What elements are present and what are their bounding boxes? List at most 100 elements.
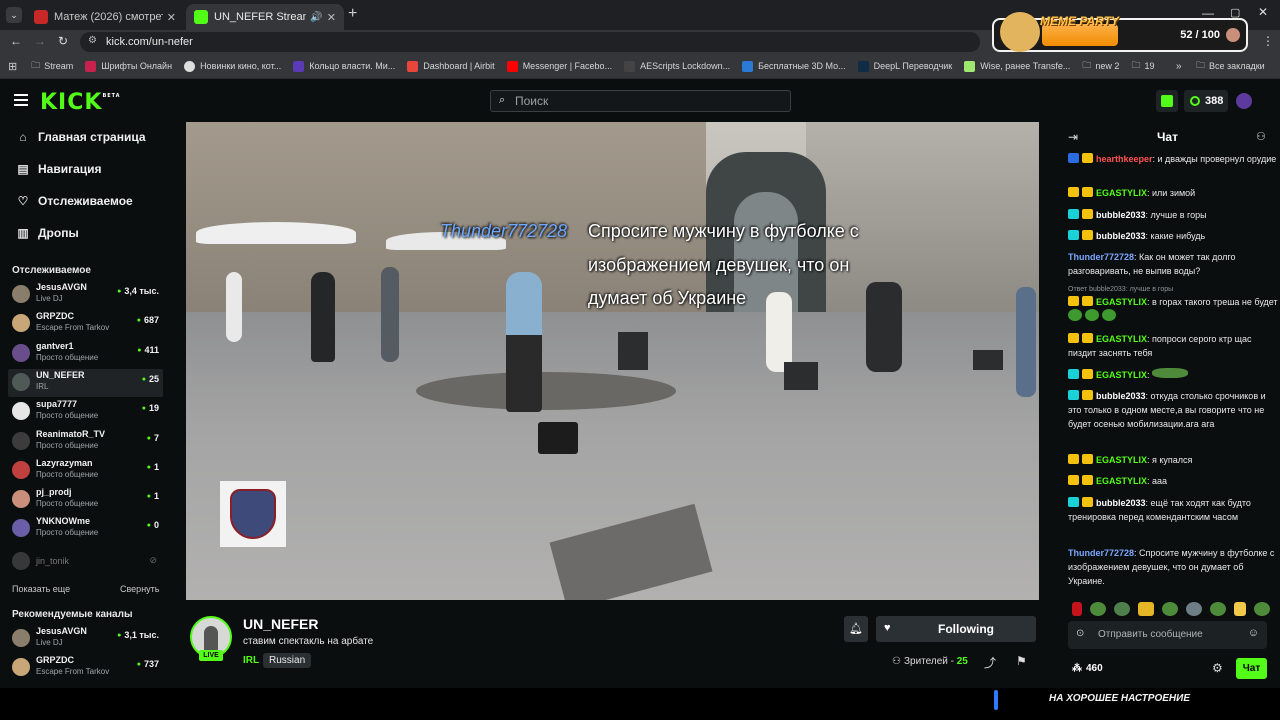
chat-username[interactable]: Thunder772728 [1068, 252, 1134, 262]
emote-icon[interactable] [1186, 602, 1202, 616]
chat-username[interactable]: EGASTYLIX [1096, 455, 1147, 465]
url-field[interactable]: ⚙ kick.com/un-nefer [80, 32, 980, 52]
following-button[interactable]: ♥ Following [876, 616, 1036, 642]
following-channel[interactable]: supa7777Просто общение 19 [8, 398, 163, 426]
emote-icon[interactable] [1138, 602, 1154, 616]
chat-username[interactable]: bubble2033 [1096, 210, 1146, 220]
nav-following[interactable]: ♡ Отслеживаемое [16, 194, 133, 208]
badge-icon [1068, 369, 1079, 379]
user-avatar[interactable] [1236, 93, 1252, 109]
bookmark-label: Dashboard | Airbit [423, 61, 495, 71]
folder-icon: 🗀 [1196, 60, 1206, 70]
chat-input[interactable]: ⊙ Отправить сообщение ☺ [1068, 621, 1267, 649]
channel-viewers: 3,1 тыс. [117, 630, 159, 640]
following-channel[interactable]: YNKNOWmeПросто общение 0 [8, 515, 163, 543]
recommended-channel[interactable]: GRPZDCEscape From Tarkov 737 [8, 654, 163, 682]
following-channel[interactable]: GRPZDCEscape From Tarkov 687 [8, 310, 163, 338]
recommended-channel[interactable]: JesusAVGN Live DJ 3,1 тыс. [8, 625, 163, 653]
all-bookmarks[interactable]: 🗀 Все закладки [1196, 58, 1265, 74]
back-icon[interactable]: ← [10, 34, 22, 48]
browser-tab-2[interactable]: UN_NEFER Stream - Watch 🔊 ✕ [186, 4, 344, 30]
following-channel[interactable]: LazyrazymanПросто общение 1 [8, 457, 163, 485]
language-tag[interactable]: Russian [263, 653, 312, 668]
chat-send-button[interactable]: Чат [1236, 658, 1267, 679]
more-bookmarks-icon[interactable]: » [1176, 61, 1182, 72]
channel-name[interactable]: UN_NEFER [243, 616, 318, 632]
apps-icon[interactable]: ⊞ [8, 60, 17, 73]
hamburger-menu-icon[interactable] [14, 94, 28, 106]
following-channel[interactable]: pj_prodjПросто общение 1 [8, 486, 163, 514]
emote-icon[interactable] [1210, 602, 1226, 616]
report-icon[interactable]: ⚑ [1016, 654, 1027, 668]
window-close-icon[interactable]: ✕ [1258, 5, 1268, 19]
emote-icon[interactable] [1162, 602, 1178, 616]
offline-channel[interactable]: jin_tonik ⊘ [8, 548, 163, 576]
points-balance[interactable]: 388 [1184, 90, 1228, 112]
chat-users-icon[interactable]: ⚇ [1256, 130, 1266, 143]
bookmark-deepl[interactable]: DeepL Переводчик [857, 60, 952, 72]
chat-points[interactable]: ⁂ 460 [1072, 663, 1103, 674]
kick-logo[interactable]: KICKBETA [40, 90, 121, 115]
browser-menu-icon[interactable]: ⋮ [1262, 34, 1274, 48]
show-more-link[interactable]: Показать еще [12, 584, 70, 594]
bookmark-rings[interactable]: Кольцо власти. Ми... [293, 60, 395, 72]
reload-icon[interactable]: ↻ [58, 34, 68, 48]
following-channel[interactable]: JesusAVGN Live DJ 3,4 тыс. [8, 281, 163, 309]
chat-username[interactable]: EGASTYLIX [1096, 297, 1147, 307]
emote-icon[interactable] [1090, 602, 1106, 616]
bookmark-gmail[interactable]: Dashboard | Airbit [407, 60, 495, 72]
share-icon[interactable]: ⤴ [984, 654, 996, 671]
category-link[interactable]: IRL [243, 655, 259, 666]
chat-username[interactable]: bubble2033 [1096, 498, 1146, 508]
chat-username[interactable]: bubble2033 [1096, 231, 1146, 241]
chat-username[interactable]: EGASTYLIX [1096, 334, 1147, 344]
tab-search-icon[interactable]: ⌄ [6, 7, 22, 23]
chat-settings-gear-icon[interactable]: ⚙ [1212, 661, 1223, 675]
following-channel[interactable]: gantver1Просто общение 411 [8, 340, 163, 368]
bookmark-movies[interactable]: Новинки кино, кот... [184, 60, 281, 72]
following-channel[interactable]: UN_NEFERIRL 25 [8, 368, 163, 397]
bookmark-youtube[interactable]: Messenger | Facebo... [506, 60, 612, 72]
search-input[interactable]: ⌕ Поиск [490, 90, 791, 112]
site-info-icon[interactable]: ⚙ [88, 35, 97, 46]
chat-username[interactable]: EGASTYLIX [1096, 476, 1147, 486]
meme-party-widget[interactable]: MEME PARTY 52 / 100 [992, 12, 1248, 52]
emote-row [1072, 602, 1272, 618]
nav-browse[interactable]: ▤ Навигация [16, 162, 101, 176]
bookmark-stream[interactable]: 🗀 Stream [31, 58, 73, 74]
bookmark-19[interactable]: 🗀 19 [1131, 58, 1154, 74]
chat-username[interactable]: Thunder772728 [1068, 548, 1134, 558]
emote-icon[interactable] [1254, 602, 1270, 616]
new-tab-button[interactable]: + [348, 5, 357, 23]
emote-icon[interactable] [1114, 602, 1130, 616]
bookmark-fonts[interactable]: Шрифты Онлайн [85, 60, 172, 72]
bookmark-3d[interactable]: Бесплатные 3D Мо... [742, 60, 846, 72]
chat-settings-icon[interactable]: ⊙ [1076, 628, 1084, 639]
notification-bell-button[interactable]: 🔔︎ [844, 616, 868, 642]
bookmark-favicon-icon [293, 60, 305, 72]
channel-category: Просто общение [36, 411, 99, 421]
tab-close-icon[interactable]: ✕ [167, 11, 176, 24]
chat-username[interactable]: EGASTYLIX [1096, 188, 1147, 198]
nav-home[interactable]: ⌂ Главная страница [16, 130, 145, 144]
collapse-link[interactable]: Свернуть [120, 584, 159, 594]
browser-tab-1[interactable]: Матеж (2026) смотреть онлай ✕ [26, 4, 184, 30]
following-channel[interactable]: ReanimatoR_TVПросто общение 7 [8, 428, 163, 456]
forward-icon[interactable]: → [34, 34, 46, 48]
emote-icon[interactable] [1072, 602, 1082, 616]
tab-audio-icon[interactable]: 🔊 [310, 12, 322, 23]
chat-username[interactable]: bubble2033 [1096, 391, 1146, 401]
emote-icon[interactable] [1234, 602, 1246, 616]
video-player[interactable]: Thunder772728 Спросите мужчину в футболк… [186, 122, 1039, 600]
chat-username[interactable]: hearthkeeper [1096, 154, 1153, 164]
collapse-chat-icon[interactable]: ⇥ [1068, 130, 1078, 144]
profile-avatar[interactable] [1226, 28, 1240, 42]
bookmark-new2[interactable]: 🗀 new 2 [1082, 58, 1119, 74]
chat-username[interactable]: EGASTYLIX [1096, 370, 1147, 380]
tab-close-icon[interactable]: ✕ [327, 11, 336, 24]
nav-drops[interactable]: ▥ Дропы [16, 226, 78, 240]
bookmark-wise[interactable]: Wise, ранее Transfe... [964, 60, 1070, 72]
kick-points-icon[interactable] [1156, 90, 1178, 112]
emoji-icon[interactable]: ☺ [1248, 627, 1259, 639]
bookmark-aescripts[interactable]: AEScripts Lockdown... [624, 60, 730, 72]
